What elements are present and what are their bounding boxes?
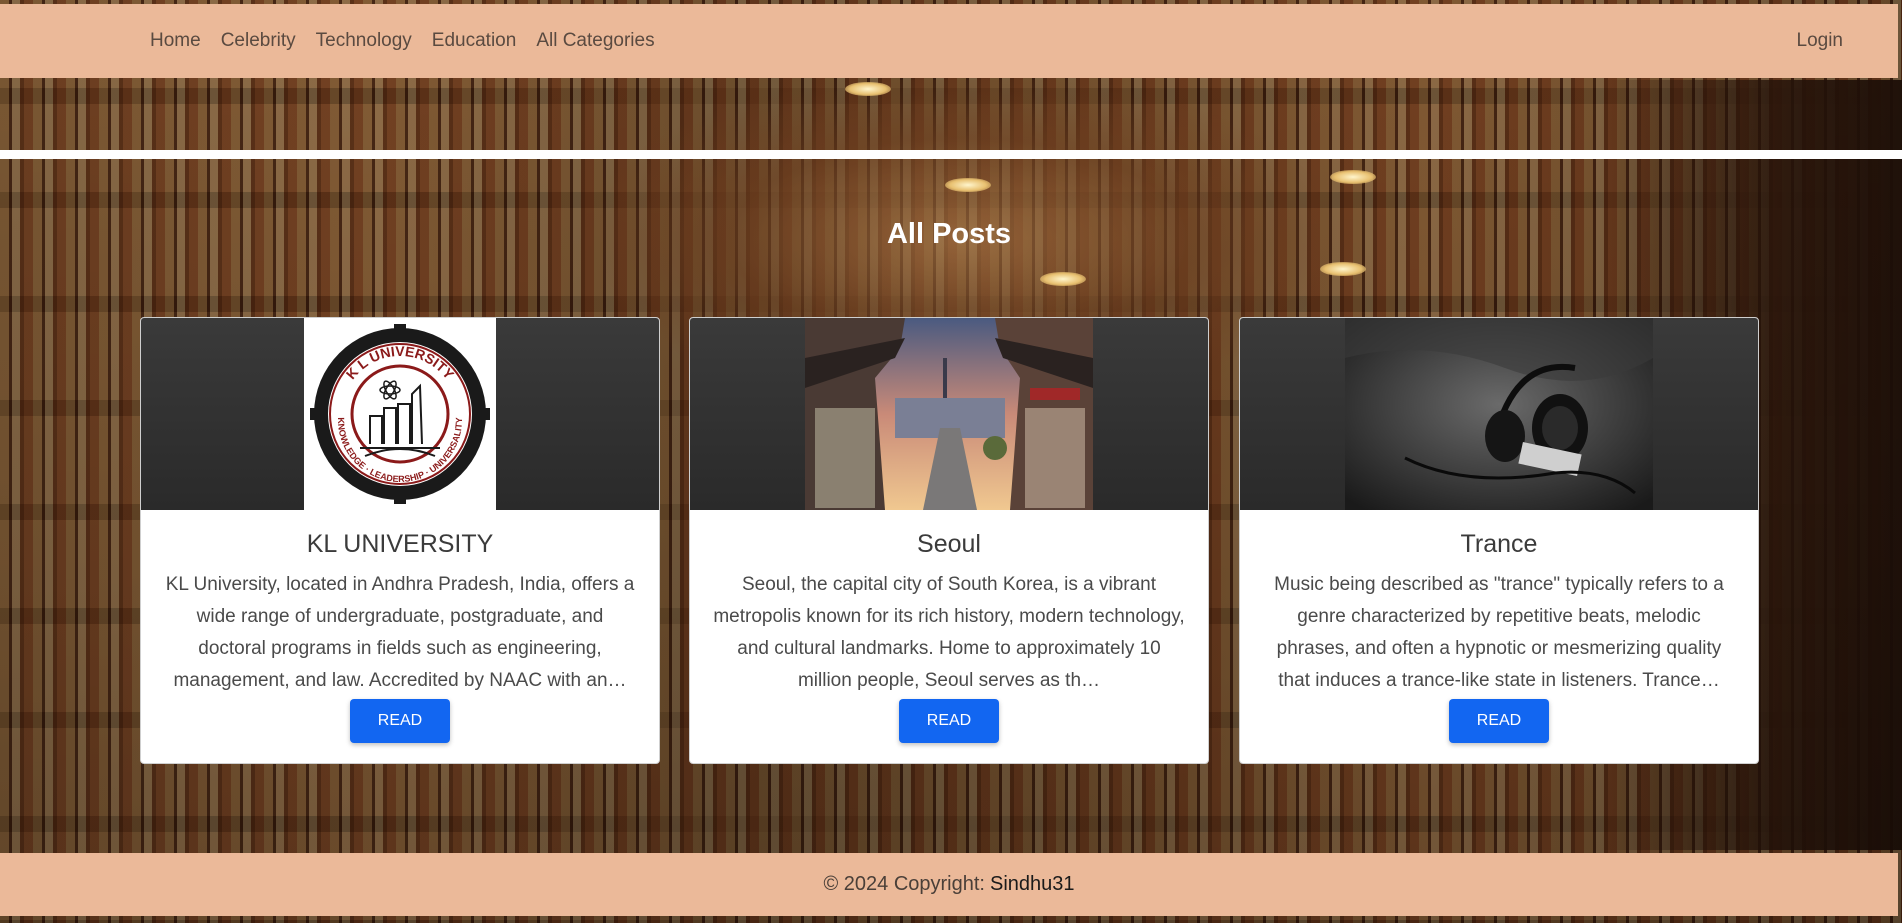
lamp-light <box>945 178 991 192</box>
post-image <box>690 318 1208 510</box>
post-title: Seoul <box>917 530 981 558</box>
lamp-light <box>1320 262 1366 276</box>
lamp-light <box>1330 170 1376 184</box>
page-title: All Posts <box>886 218 1012 250</box>
divider <box>0 150 1902 159</box>
post-card: K L UNIVERSITY KNOWLEDGE · LEADERSHIP · … <box>140 317 660 764</box>
nav-link-technology[interactable]: Technology <box>306 30 422 52</box>
read-button[interactable]: READ <box>1449 699 1549 743</box>
page: Home Celebrity Technology Education All … <box>0 0 1902 923</box>
kl-university-logo: K L UNIVERSITY KNOWLEDGE · LEADERSHIP · … <box>304 318 496 510</box>
post-excerpt: Music being described as "trance" typica… <box>1274 574 1724 691</box>
footer: © 2024 Copyright: Sindhu31 <box>0 853 1898 916</box>
post-title: Trance <box>1460 530 1538 558</box>
footer-author-link[interactable]: Sindhu31 <box>990 873 1075 896</box>
lamp-light <box>845 82 891 96</box>
post-card: Trance Music being described as "trance"… <box>1239 317 1759 764</box>
lamp-light <box>1040 272 1086 286</box>
login-link[interactable]: Login <box>1797 4 1844 78</box>
university-seal-icon: K L UNIVERSITY KNOWLEDGE · LEADERSHIP · … <box>310 324 490 504</box>
nav-link-education[interactable]: Education <box>422 30 527 52</box>
post-image: K L UNIVERSITY KNOWLEDGE · LEADERSHIP · … <box>141 318 659 510</box>
read-button[interactable]: READ <box>899 699 999 743</box>
post-excerpt: Seoul, the capital city of South Korea, … <box>713 574 1185 691</box>
post-title: KL UNIVERSITY <box>306 530 494 558</box>
read-button[interactable]: READ <box>350 699 450 743</box>
nav-link-all-categories[interactable]: All Categories <box>526 30 664 52</box>
footer-copyright: © 2024 Copyright: <box>823 873 985 895</box>
post-excerpt: KL University, located in Andhra Pradesh… <box>165 574 635 691</box>
seoul-street-image <box>805 318 1093 510</box>
headphones-image <box>1345 318 1653 510</box>
post-card: Seoul Seoul, the capital city of South K… <box>689 317 1209 764</box>
nav-link-celebrity[interactable]: Celebrity <box>211 30 306 52</box>
post-image <box>1240 318 1758 510</box>
nav-links: Home Celebrity Technology Education All … <box>150 4 665 78</box>
nav-link-home[interactable]: Home <box>150 30 211 52</box>
top-navbar: Home Celebrity Technology Education All … <box>0 4 1898 78</box>
